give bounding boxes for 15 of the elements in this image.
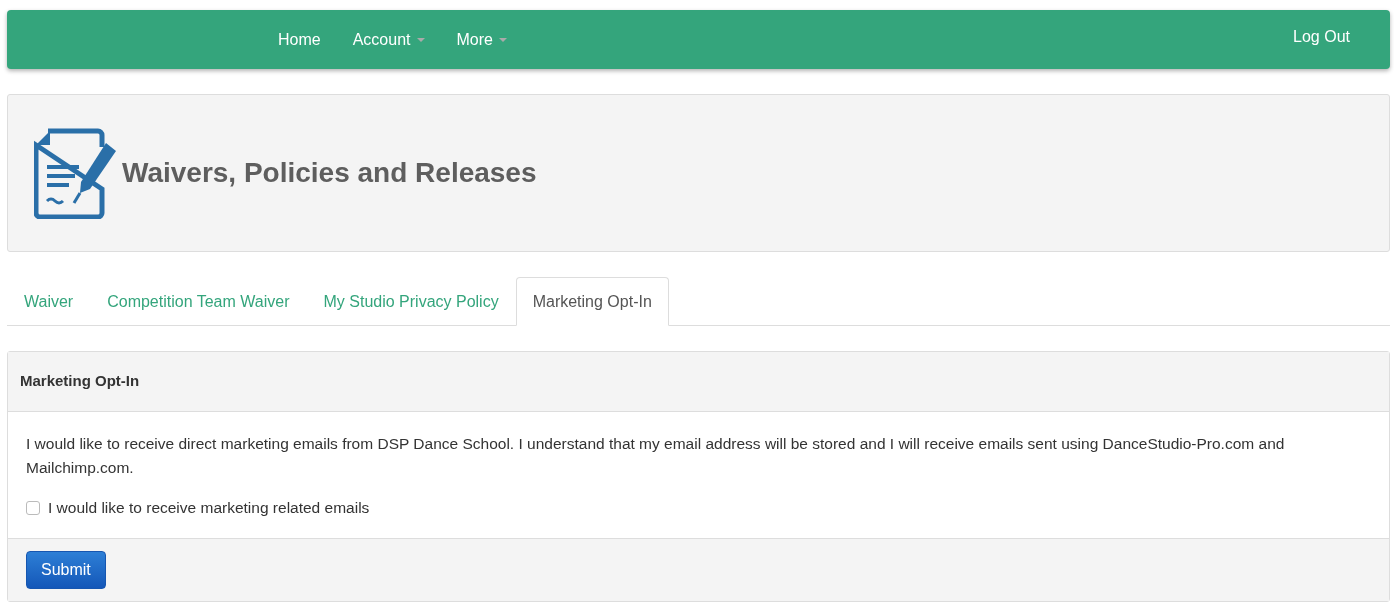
checkbox-label[interactable]: I would like to receive marketing related emails (48, 495, 370, 520)
opt-in-checkbox[interactable] (26, 500, 40, 515)
nav-link[interactable]: Account (336, 27, 441, 52)
tab[interactable]: Marketing Opt-In (515, 277, 669, 326)
nav-link[interactable]: Home (262, 27, 337, 52)
signed-document-icon (34, 127, 118, 219)
panel-heading: Marketing Opt-In (8, 352, 1389, 412)
tab[interactable]: Waiver (7, 277, 91, 326)
nav-link[interactable]: More (440, 27, 523, 52)
logout-link[interactable]: Log Out (1293, 25, 1350, 49)
tab[interactable]: My Studio Privacy Policy (306, 277, 516, 326)
tab[interactable]: Competition Team Waiver (90, 277, 307, 326)
page-title: Waivers, Policies and Releases (122, 156, 537, 190)
submit-button[interactable]: Submit (26, 550, 106, 589)
consent-text: I would like to receive direct marketing emails from DSP Dance School. I understand that my email address will be stored and I will receive emails sent using DanceStudio-Pro.com and Mailchimp.com. (26, 433, 1286, 478)
